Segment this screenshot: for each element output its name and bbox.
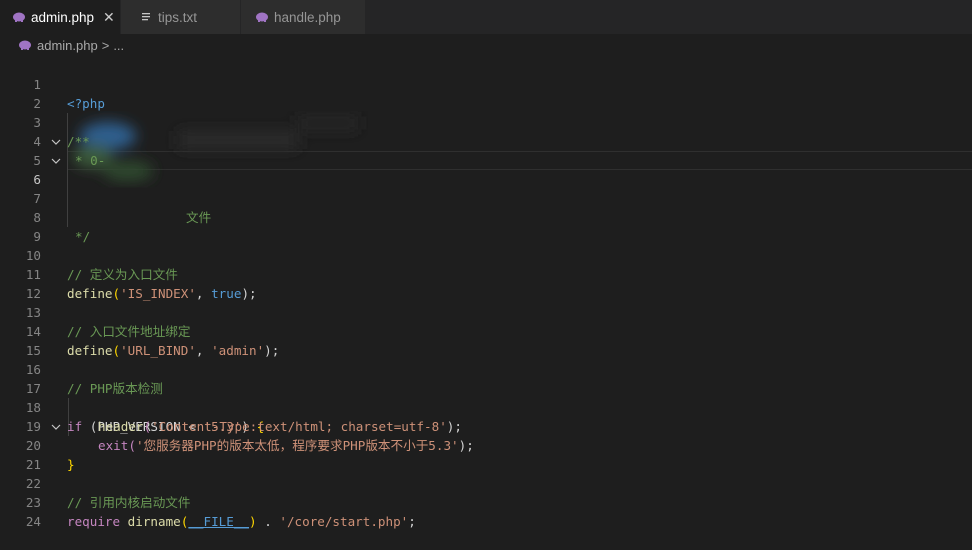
code-token: . [256,514,280,529]
code-line: 14 define('URL_BIND', 'admin'); [0,303,972,358]
code-text: require dirname(__FILE__) . '/core/start… [67,512,416,531]
breadcrumb-separator: > [101,37,110,53]
code-line: 13 // 入口文件地址绑定 [0,284,972,339]
tab-tips-txt[interactable]: tips.txt [121,0,240,34]
close-icon[interactable]: ✕ [103,9,115,26]
code-line: 16 // PHP版本检测 [0,341,972,396]
text-file-icon [139,10,153,24]
tab-bar: admin.php ✕ tips.txt handle.php [0,0,972,34]
code-token: require [67,514,121,529]
tab-label: tips.txt [158,9,198,25]
code-line: 9 [0,208,972,244]
breadcrumb-more[interactable]: ... [113,38,124,53]
breadcrumb: admin.php > ... [0,34,972,56]
php-elephant-icon [12,10,26,24]
code-line: 20 } [0,417,972,472]
code-line: 2 /** [0,75,972,149]
code-line: 17 if (PHP_VERSION < '5.3') { [0,360,972,434]
code-line: 21 [0,436,972,472]
code-line: 24 [0,493,972,529]
code-line: 3 [0,94,972,164]
code-line: 1 <?php [0,56,972,111]
code-line: 6 [0,151,972,187]
breadcrumb-file[interactable]: admin.php [37,38,98,53]
tab-label: handle.php [274,9,341,25]
tab-handle-php[interactable]: handle.php [241,0,365,34]
code-line: 10 // 定义为入口文件 [0,227,972,282]
code-line: 22 // 引用内核启动文件 [0,455,972,510]
code-token: dirname [127,514,181,529]
code-token: '/core/start.php' [279,514,409,529]
code-line: 23 require dirname(__FILE__) . '/core/st… [0,474,972,529]
line-number: 24 [25,514,41,529]
code-line: 18 header('Content-Type:text/html; chars… [0,379,972,434]
tab-admin-php[interactable]: admin.php ✕ [0,0,120,34]
code-token: __FILE__ [188,514,250,529]
code-line: 12 [0,265,972,301]
tab-label: admin.php [31,9,95,25]
code-line: 8 */ [0,189,972,244]
code-line: 4 * 0- [0,113,972,168]
code-token: ; [408,514,416,529]
code-token: ) [249,514,257,529]
code-line: 15 [0,322,972,358]
php-elephant-icon [18,38,32,52]
php-elephant-icon [255,10,269,24]
code-editor[interactable]: 1 <?php 2 /** 3 4 * 0- 5 6 7 文件 8 */ 9 1… [0,56,972,529]
code-line: 5 [0,132,972,168]
code-line: 11 define('IS_INDEX', true); [0,246,972,301]
code-line: 7 文件 [0,170,972,225]
code-line: 19 exit('您服务器PHP的版本太低，程序要求PHP版本不小于5.3'); [0,398,972,453]
